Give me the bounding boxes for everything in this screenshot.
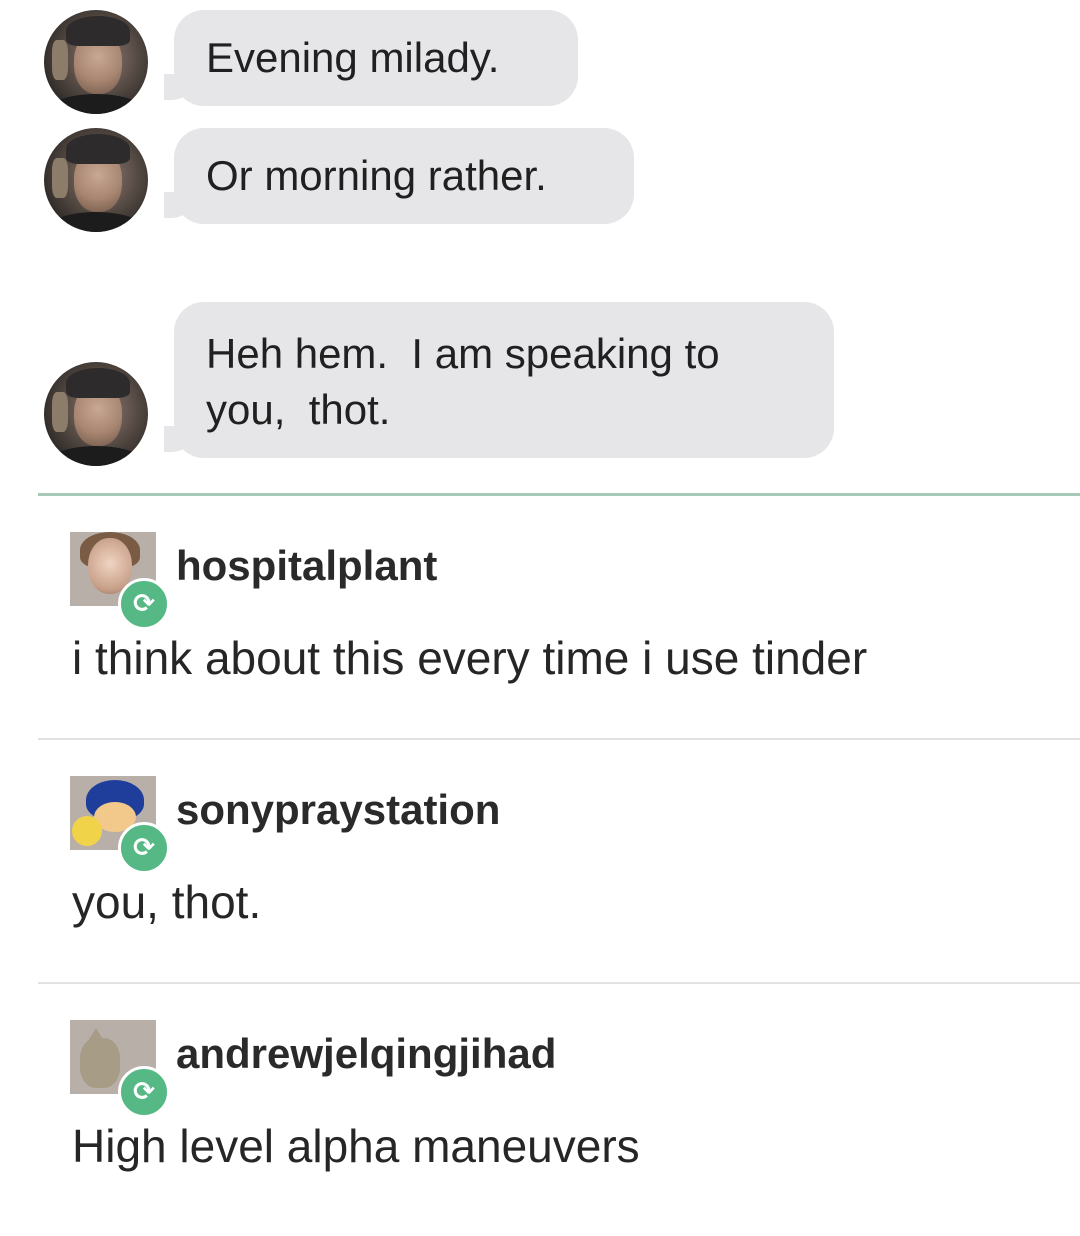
entry-divider [38,982,1080,984]
reblog-icon: ⟳ [118,578,170,630]
chat-thread: Evening milady. Or morning rather. Heh h… [0,0,1080,490]
reblog-entry: ⟳ sonypraystation you, thot. [0,776,1080,976]
message-text: Heh hem. I am speaking to [206,330,720,377]
message-bubble: Heh hem. I am speaking to you, thot. [164,302,834,458]
message-text: you, thot. [206,386,391,433]
sender-avatar [44,128,148,232]
username-link[interactable]: sonypraystation [176,784,500,836]
message-bubble: Evening milady. [164,10,578,106]
message-text: Or morning rather. [206,152,547,199]
reblog-icon: ⟳ [118,1066,170,1118]
reblog-comment: you, thot. [72,876,262,928]
reblog-entry: ⟳ hospitalplant i think about this every… [0,532,1080,732]
section-divider [38,493,1080,496]
sender-avatar [44,362,148,466]
sender-avatar [44,10,148,114]
message-bubble: Or morning rather. [164,128,634,224]
reblog-comment: i think about this every time i use tind… [72,632,868,684]
reblog-icon: ⟳ [118,822,170,874]
username-link[interactable]: hospitalplant [176,540,437,592]
reblog-comment: High level alpha maneuvers [72,1120,640,1172]
entry-divider [38,738,1080,740]
reblog-entry: ⟳ andrewjelqingjihad High level alpha ma… [0,1020,1080,1220]
username-link[interactable]: andrewjelqingjihad [176,1028,556,1080]
message-text: Evening milady. [206,34,500,81]
